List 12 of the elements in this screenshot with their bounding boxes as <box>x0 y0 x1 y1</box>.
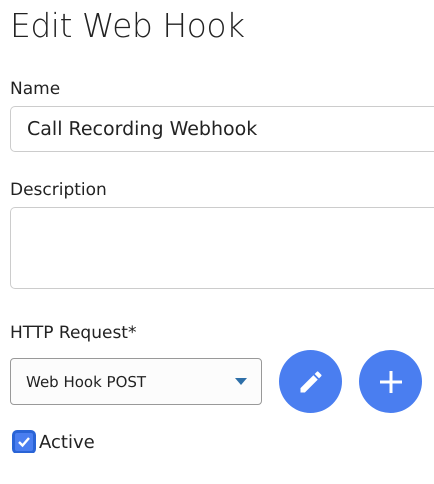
field-label: Description <box>10 180 108 200</box>
page-title: Edit Web Hook <box>10 6 246 45</box>
plus-icon <box>378 370 402 394</box>
field-label: HTTP Request* <box>10 323 138 343</box>
field-label: Name <box>10 79 62 99</box>
active-checkbox[interactable] <box>13 431 35 453</box>
name-field[interactable]: Call Recording Webhook <box>10 106 434 152</box>
check-icon <box>17 436 31 448</box>
checkbox-label: Active <box>39 432 95 452</box>
caret-icon <box>235 378 247 385</box>
description-field[interactable] <box>10 207 434 289</box>
http-request-select[interactable]: Web Hook POST <box>10 358 262 405</box>
